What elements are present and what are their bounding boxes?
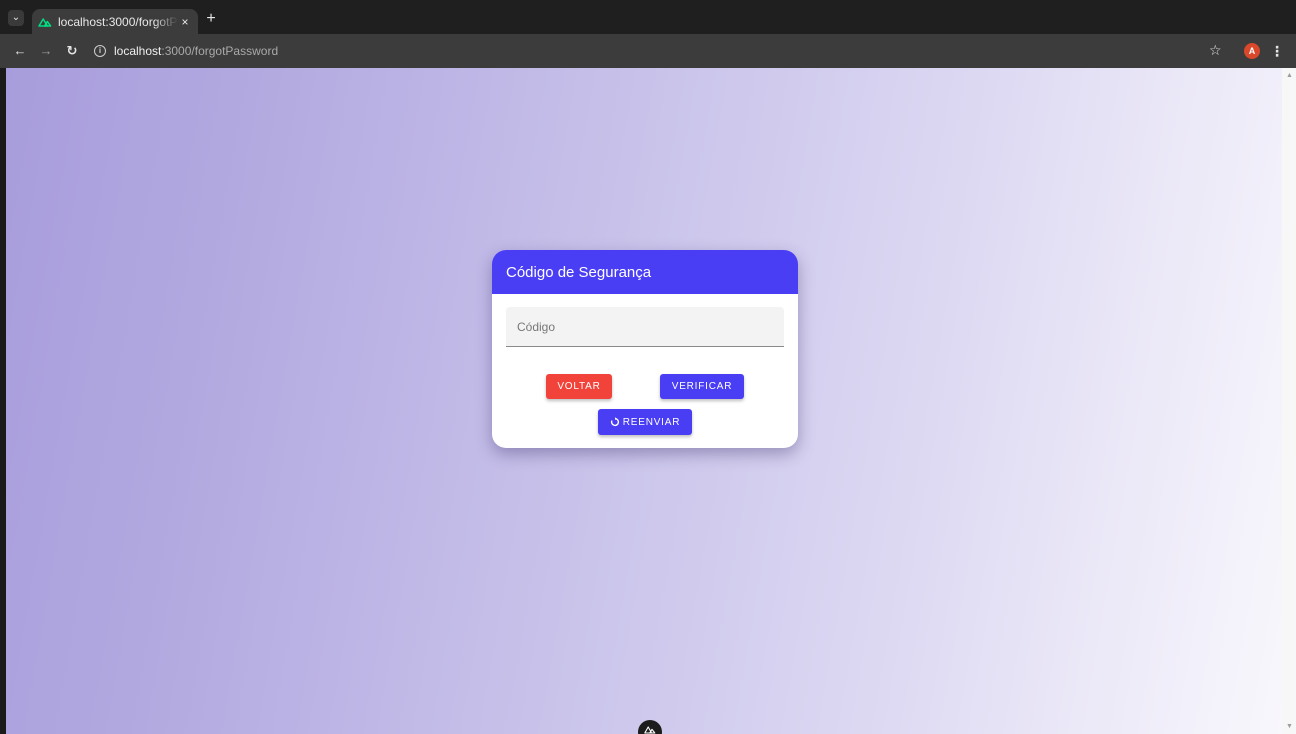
tab-title: localhost:3000/forgotPassword: [58, 14, 178, 29]
nuxt-favicon-icon: [38, 15, 52, 29]
scroll-up-arrow-icon[interactable]: ▲: [1286, 72, 1293, 79]
reload-icon[interactable]: ↻: [64, 43, 80, 59]
back-arrow-icon[interactable]: ←: [12, 43, 28, 59]
site-info-icon[interactable]: i: [94, 45, 106, 57]
tab-list-chevron-icon[interactable]: ⌄: [8, 10, 24, 26]
page-scrollbar[interactable]: ▲ ▼: [1282, 68, 1296, 734]
url-host: localhost: [114, 44, 162, 58]
back-button[interactable]: VOLTAR: [546, 374, 612, 399]
browser-tab-bar: ⌄ localhost:3000/forgotPassword × +: [0, 0, 1296, 34]
code-input[interactable]: [506, 307, 784, 347]
nuxt-devtools-button[interactable]: [638, 720, 662, 734]
forward-arrow-icon[interactable]: →: [38, 43, 54, 59]
page-viewport: Código de Segurança VOLTAR VERIFICAR REE…: [6, 68, 1282, 734]
bookmark-star-icon[interactable]: ☆: [1209, 42, 1222, 58]
security-code-card: Código de Segurança VOLTAR VERIFICAR REE…: [492, 250, 798, 448]
card-title: Código de Segurança: [492, 250, 798, 294]
resend-button[interactable]: REENVIAR: [598, 409, 692, 435]
scroll-down-arrow-icon[interactable]: ▼: [1286, 723, 1293, 730]
nuxt-logo-icon: [644, 726, 656, 734]
new-tab-button[interactable]: +: [203, 11, 219, 27]
profile-avatar[interactable]: A: [1244, 43, 1260, 59]
verify-button[interactable]: VERIFICAR: [660, 374, 744, 399]
browser-menu-icon[interactable]: ⋮: [1270, 43, 1284, 59]
browser-tab[interactable]: localhost:3000/forgotPassword ×: [32, 9, 198, 34]
address-bar[interactable]: i localhost:3000/forgotPassword: [88, 38, 1192, 64]
browser-toolbar: ← → ↻ i localhost:3000/forgotPassword ☆ …: [0, 34, 1296, 68]
tab-close-icon[interactable]: ×: [178, 15, 192, 29]
refresh-icon: [610, 417, 620, 427]
url-path: :3000/forgotPassword: [161, 44, 279, 58]
resend-button-label: REENVIAR: [622, 416, 681, 428]
